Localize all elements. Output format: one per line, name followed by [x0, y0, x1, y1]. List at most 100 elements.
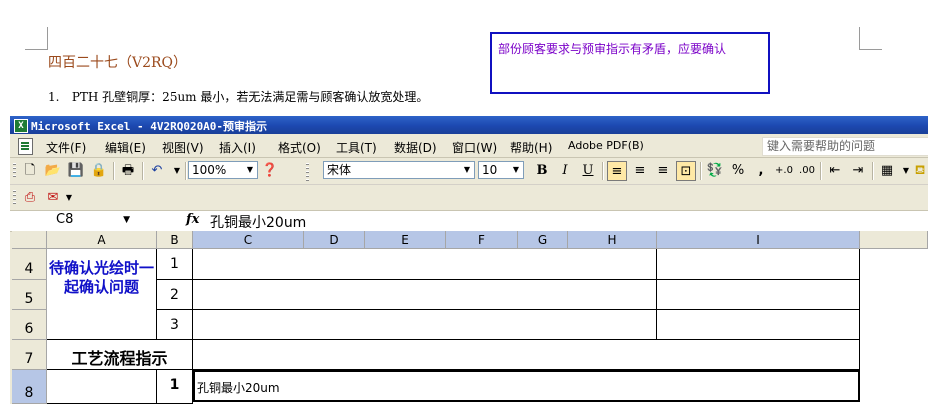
document-heading: 四百二十七（V2RQ）	[48, 55, 188, 71]
workbook-icon[interactable]	[18, 138, 33, 155]
cell-b8[interactable]: 1	[157, 370, 193, 404]
menu-view[interactable]: 视图(V)	[162, 139, 204, 156]
crop-mark-top-left	[25, 27, 48, 50]
comma-style-button[interactable]: ,	[751, 161, 771, 181]
cell-i6[interactable]	[657, 310, 860, 340]
crop-mark-top-right	[859, 27, 882, 50]
cell-b5[interactable]: 2	[157, 280, 193, 310]
column-header-c[interactable]: C	[193, 231, 304, 249]
zoom-value: 100%	[192, 163, 227, 177]
column-header-d[interactable]: D	[304, 231, 365, 249]
align-right-icon[interactable]: ≡	[653, 161, 673, 181]
function-icon[interactable]: fx	[186, 212, 199, 227]
standard-toolbar: 🗋 📂 💾 🔒 🖶 ↶ ▼ 100% ▼ ❓ 宋体 ▼ 10 ▼ B I U ≡…	[10, 158, 928, 185]
menu-help[interactable]: 帮助(H)	[510, 139, 552, 156]
cell-b4[interactable]: 1	[157, 249, 193, 280]
toolbar-grip[interactable]	[13, 190, 16, 206]
fill-color-icon[interactable]: ⛾	[910, 161, 928, 181]
menu-format[interactable]: 格式(O)	[278, 139, 321, 156]
toolbar-grip[interactable]	[13, 163, 16, 179]
column-header-e[interactable]: E	[365, 231, 446, 249]
menu-data[interactable]: 数据(D)	[394, 139, 437, 156]
cell-a7-merged[interactable]: 工艺流程指示	[47, 340, 193, 370]
cell-c6[interactable]	[193, 310, 657, 340]
cell-c7[interactable]	[193, 340, 860, 370]
toolbar-separator	[602, 162, 604, 180]
percent-button[interactable]: %	[728, 161, 748, 181]
menu-adobe-pdf[interactable]: Adobe PDF(B)	[568, 139, 644, 152]
permission-icon[interactable]: 🔒	[89, 161, 109, 181]
row-header-4[interactable]: 4	[12, 249, 47, 280]
column-header-j[interactable]	[860, 231, 928, 249]
row-header-6[interactable]: 6	[12, 310, 47, 340]
increase-indent-icon[interactable]: ⇥	[848, 161, 868, 181]
menu-edit[interactable]: 编辑(E)	[105, 139, 146, 156]
column-header-g[interactable]: G	[518, 231, 568, 249]
formula-bar: C8 ▼ fx 孔铜最小20um	[10, 210, 928, 232]
column-header-h[interactable]: H	[568, 231, 657, 249]
merge-center-icon[interactable]: ⊡	[676, 161, 696, 181]
save-icon[interactable]: 💾	[66, 161, 86, 181]
comment-callout[interactable]: 部份顾客要求与预审指示有矛盾，应要确认	[490, 32, 770, 94]
print-icon[interactable]: 🖶	[118, 161, 138, 181]
row-header-5[interactable]: 5	[12, 280, 47, 310]
cell-c4[interactable]	[193, 249, 657, 280]
cell-i5[interactable]	[657, 280, 860, 310]
cell-b6[interactable]: 3	[157, 310, 193, 340]
currency-icon[interactable]: 💱	[705, 161, 725, 181]
column-header-i[interactable]: I	[657, 231, 860, 249]
menu-tools[interactable]: 工具(T)	[336, 139, 377, 156]
undo-dropdown-icon[interactable]: ▼	[167, 161, 187, 181]
select-all-corner[interactable]	[12, 231, 47, 249]
name-box[interactable]: C8 ▼	[14, 212, 132, 228]
cell-i4[interactable]	[657, 249, 860, 280]
column-header-f[interactable]: F	[446, 231, 518, 249]
cell-a4-merged[interactable]: 待确认光绘时一起确认问题	[47, 249, 157, 340]
font-size-select[interactable]: 10 ▼	[478, 161, 524, 179]
open-folder-icon[interactable]: 📂	[43, 161, 63, 181]
menu-file[interactable]: 文件(F)	[46, 139, 86, 156]
menu-insert[interactable]: 插入(I)	[219, 139, 256, 156]
column-header-a[interactable]: A	[47, 231, 157, 249]
cell-a8[interactable]	[47, 370, 157, 404]
help-icon[interactable]: ❓	[260, 161, 280, 181]
decrease-decimal-icon[interactable]: .00	[797, 161, 817, 181]
name-box-value: C8	[56, 212, 74, 227]
pdf-toolbar: ⎙ ✉ ▼	[10, 185, 80, 209]
font-size-value: 10	[482, 163, 498, 177]
chevron-down-icon: ▼	[512, 165, 520, 174]
font-name-select[interactable]: 宋体 ▼	[323, 161, 475, 179]
bold-button[interactable]: B	[532, 161, 552, 181]
toolbar-separator	[700, 162, 702, 180]
toolbar-options-icon[interactable]: ▼	[64, 188, 74, 208]
row-header-7[interactable]: 7	[12, 340, 47, 370]
column-header-b[interactable]: B	[157, 231, 193, 249]
new-icon[interactable]: 🗋	[20, 161, 40, 181]
menu-window[interactable]: 窗口(W)	[452, 139, 497, 156]
borders-icon[interactable]: ▦	[877, 161, 897, 181]
excel-app-icon[interactable]: X	[14, 119, 28, 133]
pdf-email-icon[interactable]: ✉	[43, 188, 63, 208]
list-item-text: PTH 孔壁铜厚：25um 最小，若无法满足需与顾客确认放宽处理。	[71, 90, 429, 104]
cell-c5[interactable]	[193, 280, 657, 310]
zoom-select[interactable]: 100% ▼	[188, 161, 258, 179]
align-left-icon[interactable]: ≡	[607, 161, 627, 181]
italic-button[interactable]: I	[555, 161, 575, 181]
align-center-icon[interactable]: ≡	[630, 161, 650, 181]
decrease-indent-icon[interactable]: ⇤	[825, 161, 845, 181]
document-list-item: 1. PTH 孔壁铜厚：25um 最小，若无法满足需与顾客确认放宽处理。	[48, 88, 428, 105]
excel-title-bar[interactable]: X Microsoft Excel - 4V2RQ020A0-预审指示	[10, 116, 928, 134]
font-name-value: 宋体	[327, 163, 352, 177]
formula-input[interactable]: 孔铜最小20um	[210, 212, 306, 232]
window-title: Microsoft Excel - 4V2RQ020A0-预审指示	[31, 120, 268, 133]
increase-decimal-icon[interactable]: +.0	[774, 161, 794, 181]
toolbar-separator	[820, 162, 822, 180]
undo-icon[interactable]: ↶	[147, 161, 167, 181]
convert-to-pdf-icon[interactable]: ⎙	[20, 188, 40, 208]
toolbar-grip[interactable]	[306, 163, 309, 181]
underline-button[interactable]: U	[578, 161, 598, 181]
list-number: 1.	[48, 90, 60, 104]
help-search-input[interactable]: 键入需要帮助的问题	[762, 137, 928, 156]
row-header-8[interactable]: 8	[12, 370, 47, 404]
cell-c8-active[interactable]: 孔铜最小20um	[193, 370, 860, 402]
